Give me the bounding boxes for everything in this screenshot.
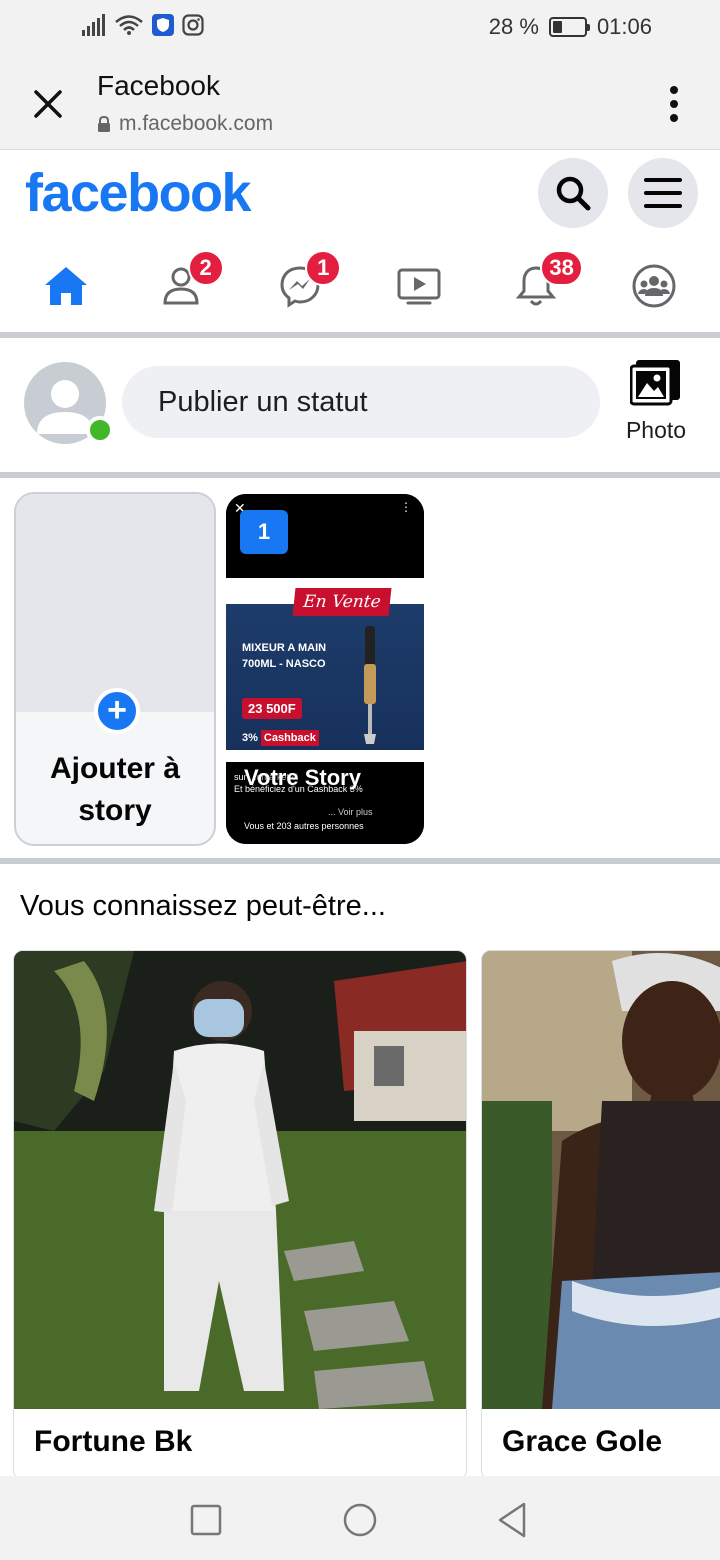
- nav-tabs: 2 1 38: [0, 240, 720, 332]
- ad-bottom-strip: [226, 750, 424, 762]
- wifi-icon: [115, 15, 143, 35]
- friends-badge: 2: [187, 250, 224, 286]
- person-name[interactable]: Fortune Bk: [34, 1425, 192, 1459]
- search-icon: [556, 176, 591, 211]
- browser-title: Facebook: [97, 70, 220, 101]
- vpn-shield-icon: [152, 14, 174, 36]
- add-story-card[interactable]: + Ajouter à story: [14, 492, 216, 846]
- ad-price: 23 500F: [242, 698, 302, 719]
- person-photo-image: [14, 951, 466, 1409]
- tab-notifications[interactable]: 38: [502, 240, 583, 332]
- see-more-link[interactable]: ... Voir plus: [328, 807, 373, 817]
- more-vertical-icon[interactable]: [664, 84, 684, 124]
- tab-groups[interactable]: [620, 240, 688, 332]
- story-label: Votre Story: [244, 765, 361, 790]
- fb-header: facebook: [0, 150, 720, 240]
- mixer-product-image: [364, 626, 376, 744]
- status-icons: [82, 14, 204, 36]
- person-name[interactable]: Grace Gole: [502, 1425, 662, 1459]
- add-story-label: Ajouter à story: [49, 752, 181, 827]
- tab-friends[interactable]: 2: [150, 240, 224, 332]
- story-likes: Vous et 203 autres personnes: [244, 821, 364, 831]
- battery-percent: 28 %: [488, 14, 539, 39]
- notifications-badge: 38: [540, 250, 583, 286]
- pymk-card[interactable]: Grace Gole: [481, 950, 720, 1480]
- tab-watch[interactable]: [385, 240, 453, 332]
- search-button[interactable]: [538, 158, 608, 228]
- status-composer: Publier un statut Photo: [0, 338, 720, 472]
- browser-toolbar: Facebook m.facebook.com: [0, 56, 720, 150]
- plus-icon: +: [94, 688, 140, 734]
- photo-icon: [629, 360, 680, 406]
- story-card[interactable]: ✕ ⋮ 1 En Vente MIXEUR A MAIN 700ML - NAS…: [226, 494, 424, 844]
- video-icon: [397, 268, 441, 305]
- divider: [0, 858, 720, 864]
- person-photo: [14, 951, 466, 1409]
- add-story-preview: [16, 494, 214, 712]
- lock-icon: [98, 115, 110, 132]
- story-more-icon: ⋮: [400, 500, 412, 514]
- messenger-badge: 1: [305, 250, 342, 286]
- hamburger-icon: [644, 178, 682, 208]
- back-icon[interactable]: [494, 1500, 530, 1540]
- system-nav-bar: [0, 1476, 720, 1560]
- tab-messenger[interactable]: 1: [267, 240, 342, 332]
- status-input[interactable]: Publier un statut: [122, 366, 600, 438]
- close-icon[interactable]: [28, 84, 68, 124]
- stories-tray: + Ajouter à story ✕ ⋮ 1 En Vente MIXEUR …: [0, 478, 720, 858]
- clock: 01:06: [596, 14, 652, 39]
- battery-icon: [548, 17, 590, 37]
- ad-cashback-label: Cashback: [260, 730, 319, 746]
- home-circle-icon[interactable]: [340, 1500, 380, 1540]
- story-header: ✕ ⋮ 1: [226, 494, 424, 578]
- url-text: m.facebook.com: [119, 112, 274, 135]
- status-bar: 28 % 01:06: [0, 0, 720, 56]
- person-photo-image: [482, 951, 720, 1409]
- signal-icon: [82, 14, 105, 36]
- ad-title: MIXEUR A MAIN 700ML - NASCO: [242, 642, 327, 670]
- menu-button[interactable]: [628, 158, 698, 228]
- facebook-logo[interactable]: facebook: [25, 162, 252, 224]
- browser-url: m.facebook.com: [97, 112, 273, 136]
- ad-banner: En Vente: [292, 588, 392, 616]
- story-ad-image: En Vente MIXEUR A MAIN 700ML - NASCO 23 …: [226, 578, 424, 762]
- recents-icon[interactable]: [188, 1502, 224, 1538]
- online-indicator: [86, 416, 114, 444]
- person-photo: [482, 951, 720, 1409]
- home-icon: [45, 267, 87, 305]
- photo-label: Photo: [625, 417, 687, 443]
- story-count: 1: [240, 510, 288, 554]
- photo-button[interactable]: Photo: [620, 358, 692, 444]
- instagram-icon: [182, 14, 204, 36]
- pymk-title: Vous connaissez peut-être...: [20, 890, 386, 922]
- pymk-card[interactable]: Fortune Bk: [13, 950, 467, 1480]
- tab-home[interactable]: [32, 240, 100, 332]
- ad-cashback-prefix: 3%: [242, 732, 258, 744]
- groups-icon: [632, 264, 676, 308]
- ad-cashback: 3% Cashback: [242, 730, 319, 746]
